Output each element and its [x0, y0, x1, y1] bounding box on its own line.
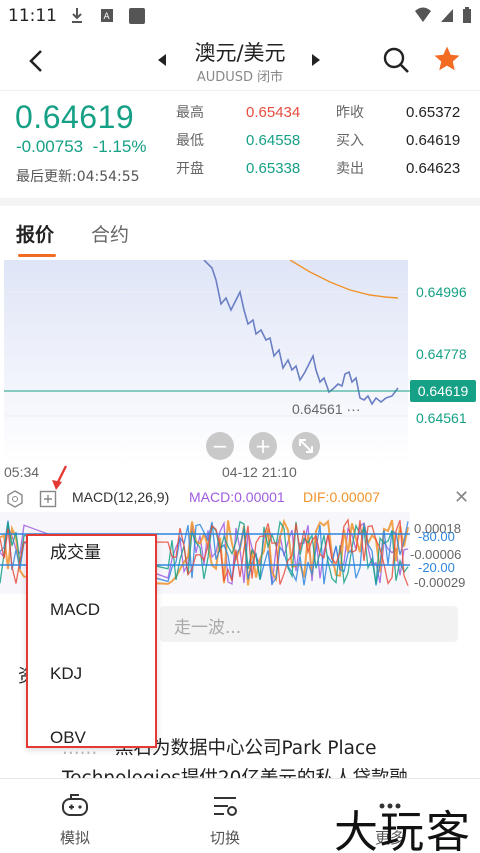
header: 澳元/美元 AUDUSD 闭市	[0, 32, 480, 90]
tab-quote[interactable]: 报价	[16, 220, 54, 247]
macd-axis-label: -20.00	[418, 560, 455, 575]
low-marker-label: 0.64561 ···	[292, 401, 361, 417]
nav-simulate[interactable]: 模拟	[35, 793, 115, 848]
stats-col-2: 昨收 0.65372 买入 0.64619 卖出 0.64623	[336, 103, 460, 187]
download-icon	[72, 8, 82, 23]
stat-label: 开盘	[176, 161, 204, 177]
macd-axis-label: -80.00	[418, 529, 455, 544]
svg-text:A: A	[104, 12, 111, 22]
current-price-tag: 0.64619	[410, 380, 476, 402]
signal-icon	[441, 9, 453, 22]
price-axis-label: 0.64996	[416, 284, 467, 300]
dropdown-item-kdj[interactable]: KDJ	[50, 664, 82, 684]
chart-area	[4, 260, 408, 465]
fullscreen-button[interactable]	[292, 432, 320, 460]
stat-value: 0.65434	[246, 104, 301, 121]
battery-icon	[463, 7, 471, 23]
dropdown-item-obv[interactable]: OBV	[50, 728, 86, 748]
stat-label: 昨收	[336, 105, 364, 121]
stat-label: 最高	[176, 105, 204, 121]
price-axis-label: 0.64561	[416, 410, 467, 426]
macd-axis-label: -0.00029	[414, 575, 466, 590]
stat-value: 0.65338	[246, 160, 301, 177]
wifi-icon	[415, 7, 431, 22]
text-box-icon: A	[101, 9, 113, 22]
macd-indicator-bar: MACD(12,26,9) MACD:0.00001 DIF:0.00007 ✕	[0, 486, 480, 512]
macd-title: MACD(12,26,9)	[72, 489, 170, 505]
indicator-dropdown: 成交量 MACD KDJ OBV	[26, 534, 157, 748]
watermark-logo: 大玩客	[334, 807, 472, 853]
next-symbol-icon[interactable]	[312, 54, 322, 66]
settings-hexagon-icon[interactable]	[6, 490, 24, 508]
zoom-in-button[interactable]: +	[249, 432, 277, 460]
last-updated: 最后更新:04:54:55	[16, 169, 140, 185]
status-time: 11:11	[8, 6, 57, 26]
app-square-icon	[129, 8, 145, 24]
change-percent: -1.15%	[92, 137, 147, 156]
price-change: -0.00753 -1.15%	[16, 137, 146, 157]
expand-icon	[299, 439, 313, 453]
favorite-star-icon[interactable]	[432, 44, 462, 74]
nav-label: 切换	[209, 829, 240, 847]
tab-contract[interactable]: 合约	[91, 220, 129, 247]
dif-value: DIF:0.00007	[303, 489, 381, 505]
add-indicator-icon[interactable]	[39, 490, 57, 508]
divider	[0, 198, 480, 206]
dropdown-item-macd[interactable]: MACD	[50, 600, 100, 620]
stat-value: 0.64558	[246, 132, 301, 149]
nav-switch[interactable]: 切换	[185, 793, 265, 848]
close-indicator-icon[interactable]: ✕	[454, 487, 469, 508]
price-axis-label: 0.64778	[416, 346, 467, 362]
stat-label: 最低	[176, 133, 204, 149]
price-chart[interactable]	[0, 260, 480, 480]
macd-value: MACD:0.00001	[189, 489, 285, 505]
time-axis-start: 05:34	[4, 464, 40, 480]
nav-label: 模拟	[59, 829, 90, 847]
comment-placeholder: 走一波...	[174, 618, 242, 638]
tab-indicator	[18, 254, 56, 257]
gamepad-icon	[62, 794, 88, 816]
stats-col-1: 最高 0.65434 最低 0.64558 开盘 0.65338	[176, 103, 300, 187]
switch-list-icon	[214, 797, 237, 816]
stat-value: 0.64619	[406, 132, 461, 149]
stat-value: 0.64623	[406, 160, 461, 177]
current-price: 0.64619	[15, 99, 135, 135]
dropdown-item-volume[interactable]: 成交量	[50, 538, 101, 563]
change-value: -0.00753	[16, 137, 84, 156]
stat-label: 卖出	[336, 161, 364, 177]
search-icon[interactable]	[382, 46, 410, 74]
stat-value: 0.65372	[406, 104, 461, 121]
tab-bar: 报价 合约	[0, 206, 480, 260]
time-axis-center: 04-12 21:10	[222, 464, 297, 480]
zoom-out-button[interactable]: −	[206, 432, 234, 460]
status-bar: 11:11 A	[0, 0, 480, 32]
stat-label: 买入	[336, 133, 364, 149]
quote-panel: 0.64619 -0.00753 -1.15% 最后更新:04:54:55 最高…	[0, 90, 480, 198]
